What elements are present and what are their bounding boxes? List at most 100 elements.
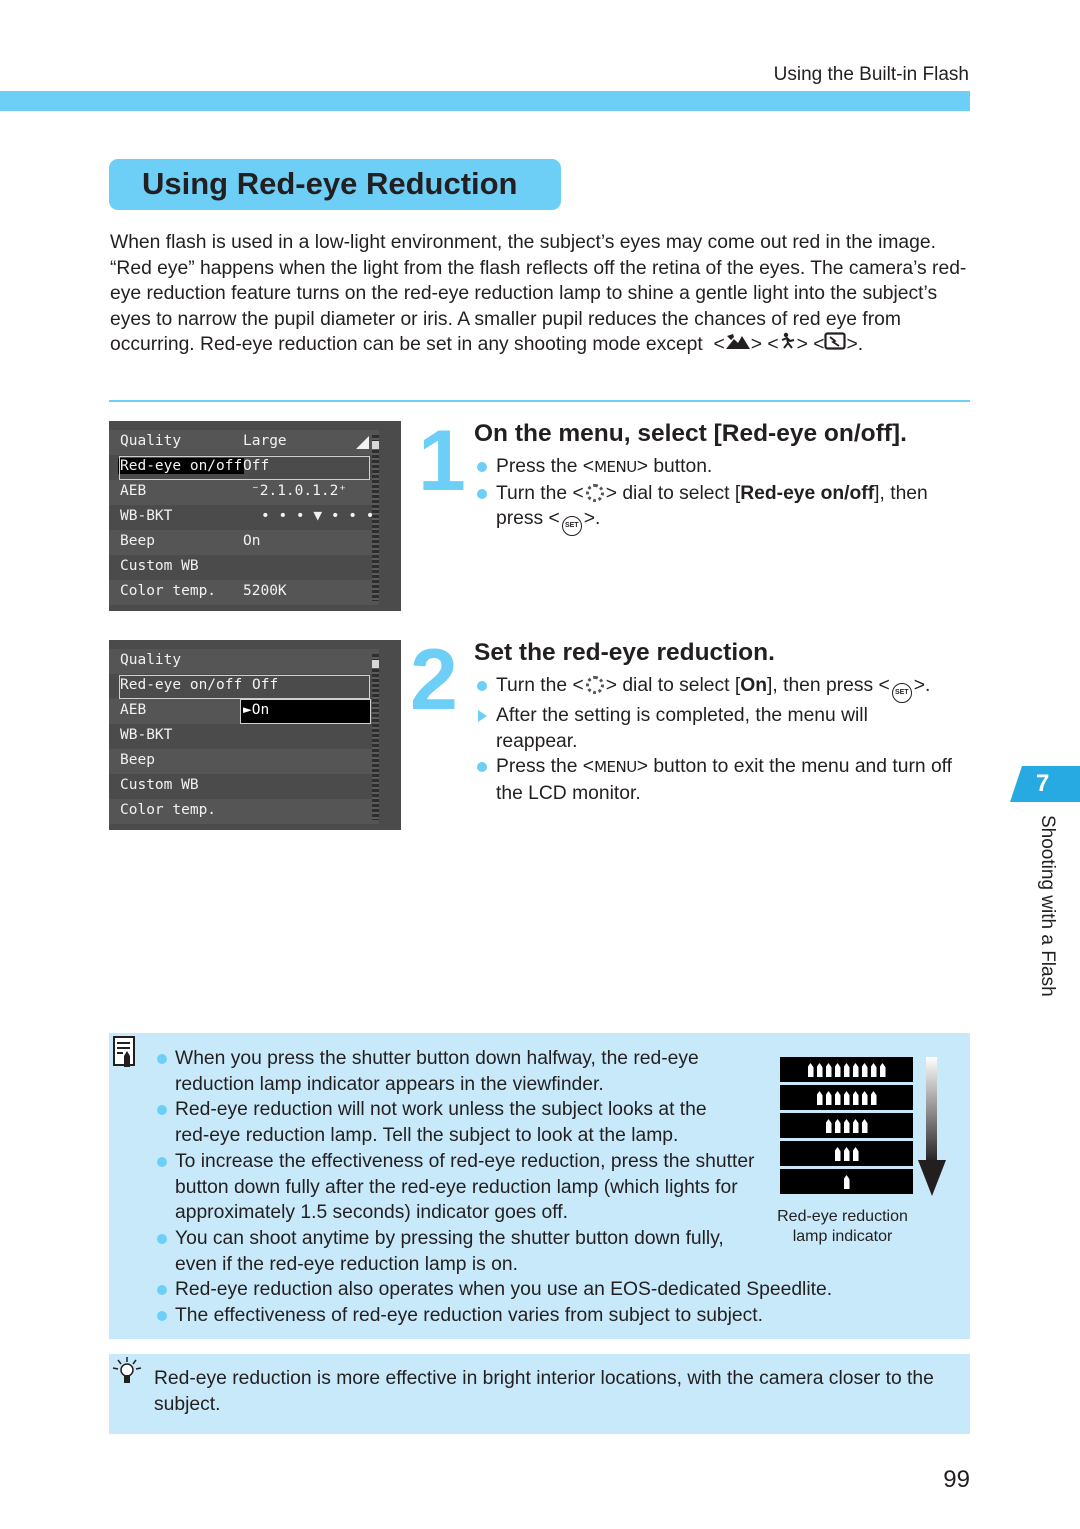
note-item: The effectiveness of red-eye reduction v…	[154, 1303, 965, 1329]
step-bullet: Turn the < > dial to select [Red-eye on/o…	[474, 481, 974, 536]
step-2-title: Set the red-eye reduction.	[474, 639, 775, 666]
landscape-mode-icon	[725, 332, 751, 358]
option-dropdown: ►On	[240, 699, 371, 724]
lamp-segment-icon	[825, 1119, 832, 1133]
selection-frame	[119, 675, 370, 699]
lamp-segment-icon	[843, 1119, 850, 1133]
lamp-segment-icon	[852, 1119, 859, 1133]
step-result: After the setting is completed, the menu…	[474, 703, 916, 754]
lcd-screenshot-menu: Quality Large Red-eye on/off Off AEB ⁻2.1.0…	[109, 421, 401, 611]
bullet-icon	[477, 462, 487, 472]
tip-text: Red-eye reduction is more effective in b…	[154, 1368, 934, 1415]
bullet-icon	[157, 1285, 167, 1296]
lamp-indicator-row	[780, 1057, 913, 1082]
result-arrow-icon	[478, 710, 487, 722]
quick-control-dial-icon	[585, 483, 604, 502]
bullet-icon	[157, 1054, 167, 1064]
lamp-segment-icon	[834, 1147, 841, 1161]
lcd-scrollbar	[372, 654, 379, 820]
step-2-instructions: Turn the < > dial to select [On], then pr…	[474, 673, 974, 806]
lamp-segment-icon	[852, 1147, 859, 1161]
menu-button-label: MENU	[594, 458, 637, 476]
lcd-row: Custom WB	[120, 558, 199, 574]
lamp-segment-icon	[843, 1147, 850, 1161]
note-item: To increase the effectiveness of red-eye…	[154, 1149, 755, 1226]
bullet-icon	[157, 1311, 167, 1322]
lamp-segment-icon	[816, 1091, 823, 1105]
lcd-row: WB-BKT	[120, 727, 173, 743]
bullet-icon	[157, 1156, 167, 1167]
lamp-segment-icon	[852, 1063, 859, 1077]
lamp-segment-icon	[879, 1063, 886, 1077]
lcd-scroll-thumb	[372, 660, 379, 668]
section-title: Using Red-eye Reduction	[142, 166, 518, 201]
bullet-icon	[477, 681, 487, 691]
lcd-row: WB-BKT • • • ▼ • • •	[120, 508, 375, 524]
lamp-segment-icon	[807, 1063, 814, 1077]
lamp-indicator-row	[780, 1113, 913, 1138]
lamp-segment-icon	[870, 1091, 877, 1105]
lcd-row: Color temp. 5200K	[109, 580, 379, 605]
note-item: Red-eye reduction also operates when you…	[154, 1277, 965, 1303]
step-number-2: 2	[410, 632, 458, 728]
selection-frame	[119, 456, 370, 480]
menu-button-label: MENU	[594, 758, 637, 776]
lcd-scroll-thumb	[372, 441, 379, 449]
step-1-title: On the menu, select [Red-eye on/off].	[474, 420, 907, 447]
bullet-icon	[477, 488, 487, 499]
bullet-icon	[477, 762, 487, 772]
countdown-arrow-icon	[926, 1057, 937, 1163]
lamp-segment-icon	[843, 1091, 850, 1105]
bullet-icon	[157, 1233, 167, 1244]
lamp-segment-icon	[825, 1091, 832, 1105]
lcd-scrollbar	[372, 435, 379, 601]
intro-paragraph: When flash is used in a low-light enviro…	[110, 230, 972, 358]
lamp-segment-icon	[861, 1091, 868, 1105]
lamp-indicator-row	[780, 1085, 913, 1110]
lamp-segment-icon	[861, 1063, 868, 1077]
quick-control-dial-icon	[585, 676, 604, 694]
chapter-label: Shooting with a Flash	[1037, 815, 1058, 997]
lightbulb-tip-icon	[112, 1356, 142, 1391]
lcd-row: Quality Large	[109, 430, 379, 455]
note-item: When you press the shutter button down h…	[154, 1046, 745, 1097]
step-1-instructions: Press the <MENU> button. Turn the < > dia…	[474, 454, 974, 536]
lamp-indicator-caption: Red-eye reduction lamp indicator	[777, 1208, 908, 1245]
step-bullet: Turn the < > dial to select [On], then pr…	[474, 673, 974, 703]
running-header: Using the Built-in Flash	[773, 64, 969, 85]
note-item: Red-eye reduction will not work unless t…	[154, 1097, 745, 1148]
lamp-segment-icon	[834, 1091, 841, 1105]
lamp-segment-icon	[870, 1063, 877, 1077]
header-band	[0, 91, 970, 111]
lamp-segment-icon	[825, 1063, 832, 1077]
lcd-row: Quality	[109, 649, 379, 674]
lcd-row: AEB ⁻2.1.0.1.2⁺	[109, 480, 379, 505]
lamp-indicator-row	[780, 1141, 913, 1166]
page-number: 99	[943, 1466, 970, 1493]
lamp-segment-icon	[861, 1119, 868, 1133]
lamp-segment-icon	[843, 1175, 850, 1189]
set-button-icon: SET	[891, 683, 912, 703]
bullet-icon	[157, 1105, 167, 1116]
lcd-screenshot-option: Quality Red-eye on/off Off AEB WB-BKT Bee…	[109, 640, 401, 830]
lcd-row: Beep On	[109, 530, 379, 555]
step-bullet: Press the <MENU> button to exit the menu…	[474, 754, 976, 806]
lamp-segment-icon	[834, 1119, 841, 1133]
lcd-row: Beep	[109, 749, 379, 774]
lcd-row: Custom WB	[120, 777, 199, 793]
set-button-icon: SET	[561, 516, 582, 536]
lamp-indicator-row	[780, 1169, 913, 1194]
flash-off-mode-icon	[824, 332, 847, 358]
section-divider	[109, 400, 970, 402]
lamp-segment-icon	[843, 1063, 850, 1077]
sports-mode-icon	[779, 332, 797, 358]
countdown-arrowhead-icon	[918, 1160, 946, 1196]
red-eye-lamp-indicator-figure	[780, 1057, 913, 1195]
chapter-number: 7	[1036, 770, 1050, 797]
step-bullet: Press the <MENU> button.	[474, 454, 974, 481]
note-item: You can shoot anytime by pressing the sh…	[154, 1226, 735, 1277]
step-number-1: 1	[418, 413, 466, 509]
lamp-segment-icon	[834, 1063, 841, 1077]
lcd-row: Color temp.	[109, 799, 379, 824]
memo-icon	[113, 1036, 135, 1073]
